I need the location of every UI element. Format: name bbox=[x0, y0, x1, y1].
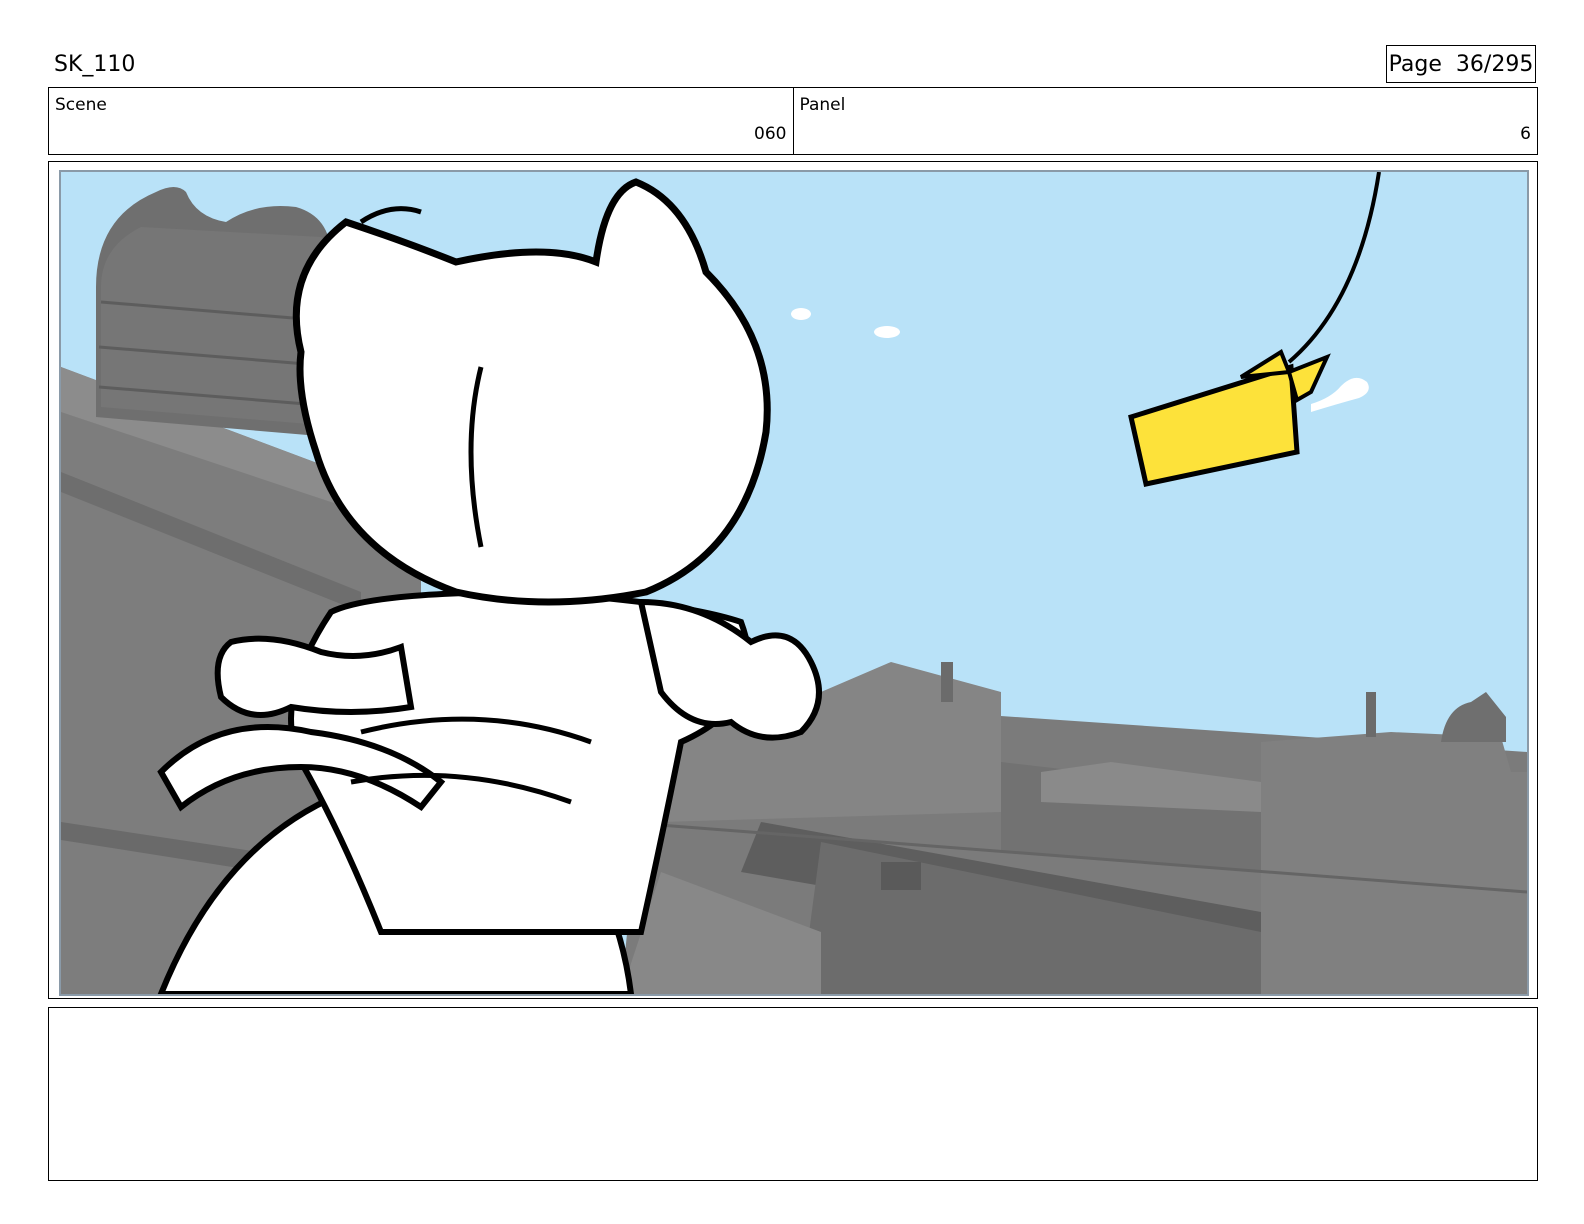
notes-area bbox=[48, 1007, 1538, 1181]
panel-cell: Panel 6 bbox=[792, 88, 1538, 154]
scene-label: Scene bbox=[55, 95, 107, 115]
panel-label: Panel bbox=[799, 95, 846, 115]
scene-value: 060 bbox=[754, 124, 787, 144]
page-label: Page bbox=[1388, 52, 1442, 77]
page-number: 36/295 bbox=[1455, 52, 1534, 77]
page-indicator: Page 36/295 bbox=[1386, 45, 1536, 83]
storyboard-title: SK_110 bbox=[54, 52, 136, 77]
scene-panel-info: Scene 060 Panel 6 bbox=[48, 87, 1538, 155]
storyboard-drawing-icon bbox=[61, 172, 1527, 994]
panel-value: 6 bbox=[1520, 124, 1531, 144]
scene-cell: Scene 060 bbox=[49, 88, 793, 154]
panel-image bbox=[59, 170, 1529, 996]
